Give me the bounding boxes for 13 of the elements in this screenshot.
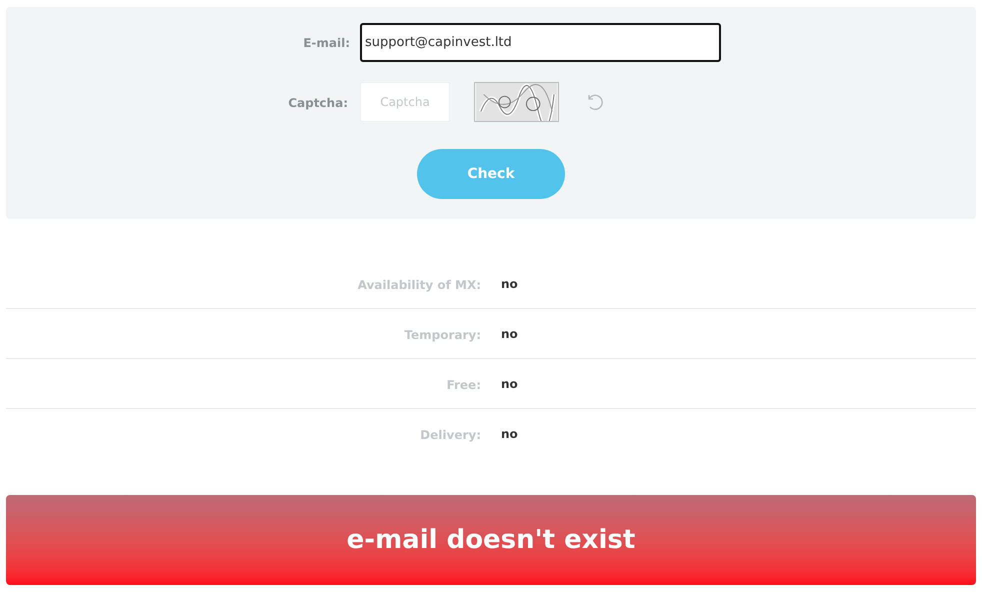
- email-input[interactable]: support@capinvest.ltd: [360, 22, 721, 62]
- result-value: no: [501, 276, 518, 292]
- email-label: E-mail:: [303, 36, 350, 50]
- result-value: no: [501, 376, 518, 392]
- result-value: no: [501, 426, 518, 443]
- result-value: no: [501, 326, 518, 342]
- result-label: Temporary:: [404, 328, 481, 342]
- captcha-label: Captcha:: [288, 96, 348, 110]
- captcha-input[interactable]: Captcha: [360, 82, 450, 122]
- verdict-text: e-mail doesn't exist: [346, 524, 636, 556]
- result-label: Availability of MX:: [358, 278, 481, 292]
- result-label: Free:: [446, 378, 481, 392]
- result-label: Delivery:: [420, 428, 481, 442]
